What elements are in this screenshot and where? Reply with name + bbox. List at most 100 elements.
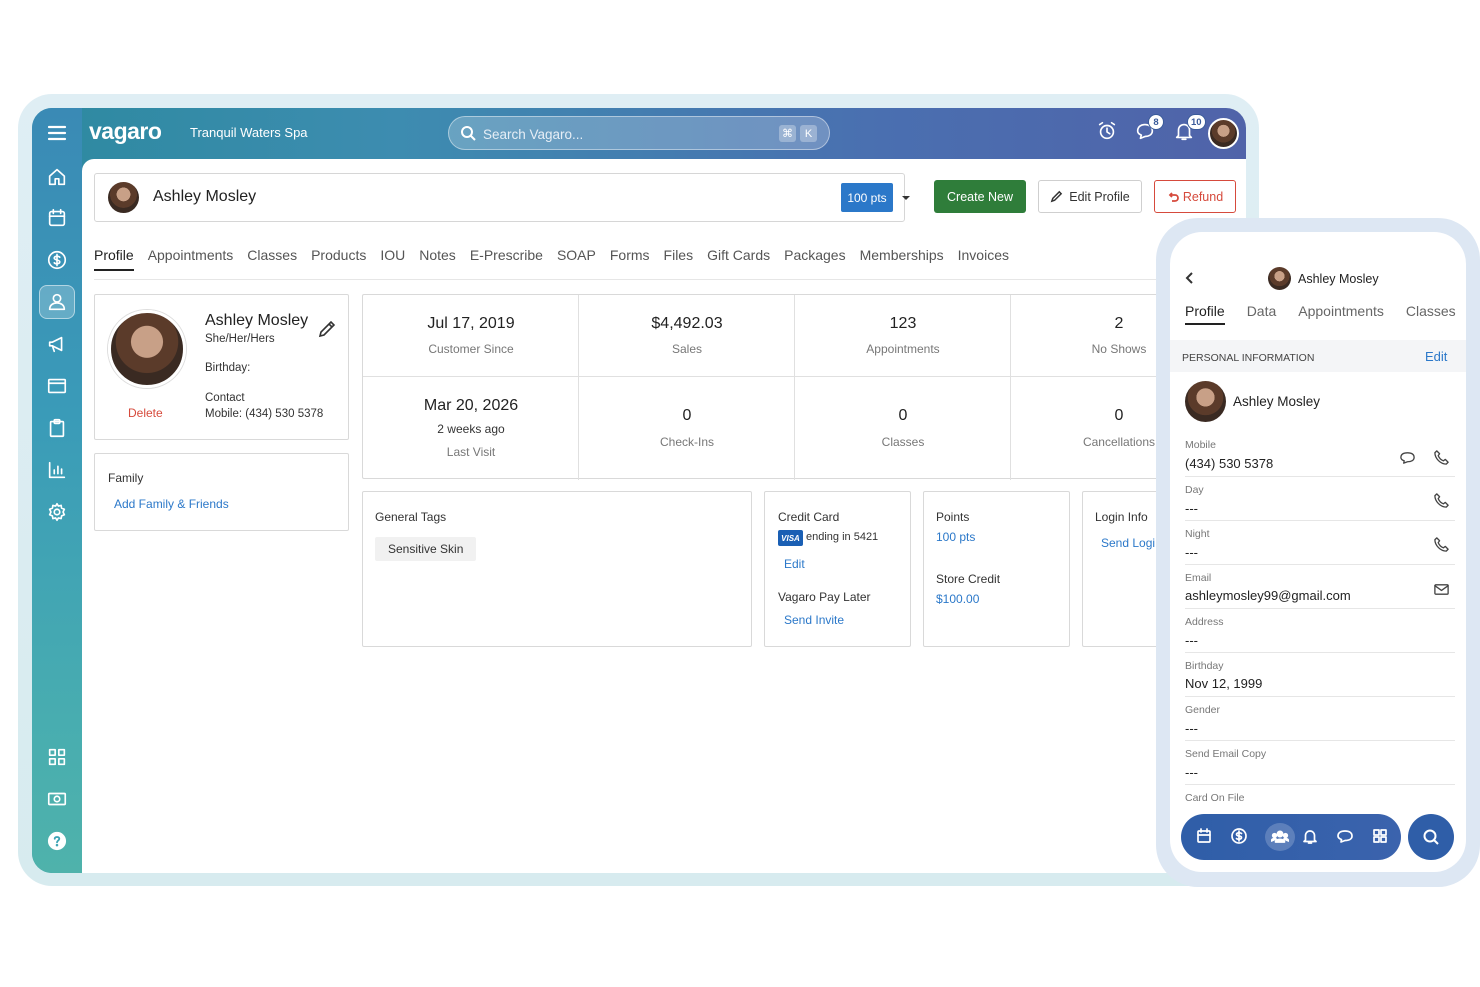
apps-grid-icon[interactable]: [44, 744, 70, 770]
settings-icon[interactable]: [44, 499, 70, 525]
main-content: Ashley Mosley 100 pts Create New Edit Pr…: [82, 159, 1246, 873]
tab-iou[interactable]: IOU: [380, 247, 405, 271]
megaphone-icon[interactable]: [44, 331, 70, 357]
stat-customer-since-label: Customer Since: [428, 342, 514, 356]
reports-icon[interactable]: [44, 457, 70, 483]
phone-search-button[interactable]: [1408, 814, 1454, 860]
field-day: Day ---: [1185, 477, 1455, 521]
search-input[interactable]: [483, 123, 763, 145]
tab-forms[interactable]: Forms: [610, 247, 650, 271]
send-login-link[interactable]: Send Logi: [1101, 536, 1155, 550]
tab-soap[interactable]: SOAP: [557, 247, 596, 271]
bell-icon[interactable]: [1301, 827, 1321, 847]
phone-tab-data[interactable]: Data: [1247, 303, 1277, 325]
phone-profile-avatar: [1185, 381, 1226, 422]
sidebar: [32, 108, 82, 873]
browser-icon[interactable]: [44, 373, 70, 399]
tab-invoices[interactable]: Invoices: [958, 247, 1009, 271]
tab-files[interactable]: Files: [664, 247, 694, 271]
clipboard-icon[interactable]: [44, 415, 70, 441]
card-ending: ending in 5421: [806, 531, 879, 543]
general-tags-card: General Tags Sensitive Skin: [362, 491, 752, 647]
tab-notes[interactable]: Notes: [419, 247, 456, 271]
vagaro-logo[interactable]: vagaro: [89, 118, 162, 145]
stat-classes-value: 0: [898, 407, 908, 424]
profile-tabs: Profile Appointments Classes Products IO…: [94, 247, 1009, 271]
stat-appointments-label: Appointments: [866, 342, 940, 356]
tab-appointments[interactable]: Appointments: [148, 247, 234, 271]
dollar-icon[interactable]: [1230, 827, 1250, 847]
send-invite-link[interactable]: Send Invite: [784, 613, 844, 627]
phone-tab-appointments[interactable]: Appointments: [1298, 303, 1384, 325]
field-key: Day: [1185, 484, 1204, 496]
points-button[interactable]: 100 pts: [841, 183, 893, 212]
alarm-clock-icon[interactable]: [1096, 120, 1122, 146]
notifications-badge: 10: [1187, 114, 1206, 130]
points-title: Points: [936, 510, 970, 524]
edit-pencil-icon[interactable]: [317, 319, 337, 339]
search-icon: [1423, 829, 1439, 845]
phone-call-icon[interactable]: [1433, 536, 1451, 554]
add-family-link[interactable]: Add Family & Friends: [114, 497, 229, 511]
field-value: ashleymosley99@gmail.com: [1185, 588, 1351, 603]
tab-gift-cards[interactable]: Gift Cards: [707, 247, 770, 271]
messages-icon[interactable]: 8: [1134, 114, 1164, 146]
tag-chip[interactable]: Sensitive Skin: [375, 537, 477, 561]
field-value: Nov 12, 1999: [1185, 676, 1263, 691]
field-card-on-file: Card On File: [1185, 785, 1455, 813]
tab-products[interactable]: Products: [311, 247, 366, 271]
profile-card: Ashley Mosley She/Her/Hers Birthday: Con…: [94, 294, 349, 440]
customers-icon[interactable]: [39, 285, 75, 319]
message-icon[interactable]: [1399, 449, 1417, 467]
phone-edit-link[interactable]: Edit: [1425, 349, 1447, 364]
mail-icon[interactable]: [1433, 581, 1451, 599]
points-value[interactable]: 100 pts: [936, 530, 975, 544]
cash-icon[interactable]: [44, 786, 70, 812]
field-value: ---: [1185, 633, 1198, 648]
tab-e-prescribe[interactable]: E-Prescribe: [470, 247, 543, 271]
pronouns: She/Her/Hers: [205, 333, 275, 345]
help-icon[interactable]: [44, 828, 70, 854]
global-search[interactable]: ⌘ K: [448, 116, 830, 150]
apps-grid-icon[interactable]: [1371, 827, 1391, 847]
phone-tab-profile[interactable]: Profile: [1185, 303, 1225, 325]
tab-memberships[interactable]: Memberships: [860, 247, 944, 271]
tab-profile[interactable]: Profile: [94, 247, 134, 271]
visa-icon: VISA: [778, 530, 803, 546]
menu-icon[interactable]: [46, 122, 68, 144]
client-header: Ashley Mosley 100 pts: [94, 173, 910, 222]
edit-card-link[interactable]: Edit: [784, 557, 805, 571]
back-chevron-icon[interactable]: [1183, 270, 1197, 286]
credit-card-card: Credit Card VISA ending in 5421 Edit Vag…: [764, 491, 911, 647]
general-tags-title: General Tags: [375, 510, 447, 524]
stat-check-ins-value: 0: [682, 407, 692, 424]
phone-header-name: Ashley Mosley: [1298, 272, 1379, 286]
chat-icon[interactable]: [1336, 827, 1356, 847]
desktop-app: vagaro Tranquil Waters Spa ⌘ K 8 10 Ashl…: [32, 108, 1246, 873]
calendar-icon[interactable]: [1195, 827, 1215, 847]
phone-call-icon[interactable]: [1433, 449, 1451, 467]
user-avatar[interactable]: [1208, 118, 1239, 149]
customers-icon[interactable]: [1265, 823, 1295, 851]
home-icon[interactable]: [44, 164, 70, 190]
phone-tab-classes[interactable]: Classes: [1406, 303, 1456, 325]
dollar-icon[interactable]: [44, 247, 70, 273]
store-credit-value[interactable]: $100.00: [936, 592, 979, 606]
delete-link[interactable]: Delete: [128, 406, 163, 420]
refund-button[interactable]: Refund: [1154, 180, 1236, 213]
field-address: Address ---: [1185, 609, 1455, 653]
stat-last-visit-value: Mar 20, 2026: [423, 397, 519, 414]
phone-call-icon[interactable]: [1433, 492, 1451, 510]
tab-packages[interactable]: Packages: [784, 247, 845, 271]
pay-later-label: Vagaro Pay Later: [778, 590, 871, 604]
field-send-email-copy: Send Email Copy ---: [1185, 741, 1455, 785]
field-key: Send Email Copy: [1185, 748, 1267, 760]
profile-photo: [108, 310, 186, 388]
tab-classes[interactable]: Classes: [247, 247, 297, 271]
personal-info-title: PERSONAL INFORMATION: [1182, 352, 1315, 364]
edit-profile-button[interactable]: Edit Profile: [1038, 180, 1142, 213]
chevron-down-icon[interactable]: [899, 183, 913, 212]
create-new-button[interactable]: Create New: [934, 180, 1026, 213]
calendar-icon[interactable]: [44, 205, 70, 231]
notifications-bell-icon[interactable]: 10: [1173, 114, 1206, 146]
